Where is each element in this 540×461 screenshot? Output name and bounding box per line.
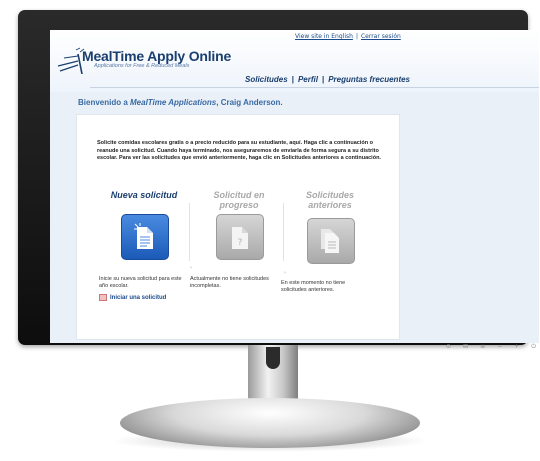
in-progress-description: Actualmente no tiene solicitudes incompl… xyxy=(190,276,269,289)
settings-icon[interactable]: ≡ xyxy=(480,344,485,350)
power-icon[interactable]: ⏻ xyxy=(531,344,536,350)
chevron-right-icon: › xyxy=(284,270,286,276)
new-application-button[interactable] xyxy=(121,214,169,260)
applications-card: Solicite comidas escolares gratis o a pr… xyxy=(76,114,400,340)
in-progress-title: Solicitud en progreso xyxy=(213,190,265,210)
nav-separator: | xyxy=(321,75,325,84)
cable-hole xyxy=(266,347,280,369)
nav-perfil[interactable]: Perfil xyxy=(298,75,318,84)
document-question-icon: ? xyxy=(232,227,248,249)
welcome-app-name: MealTime Applications xyxy=(130,98,217,107)
minus-icon[interactable]: − xyxy=(497,344,502,350)
english-link[interactable]: View site in English xyxy=(295,33,353,40)
in-progress-button[interactable]: ? xyxy=(216,214,264,260)
nav-divider xyxy=(90,87,539,88)
nav-preguntas[interactable]: Preguntas frecuentes xyxy=(328,75,410,84)
welcome-suffix: , Craig Anderson. xyxy=(216,98,283,107)
new-application-column: Nueva solicitud Inicie su nueva solicitu… xyxy=(99,190,189,301)
nav-separator: | xyxy=(291,75,294,84)
new-application-description: Inicie su nueva solicitud para este año … xyxy=(99,276,182,289)
chevron-right-icon: › xyxy=(190,265,192,271)
link-separator: | xyxy=(355,33,358,40)
logo-title: MealTime Apply Online xyxy=(82,48,232,64)
welcome-prefix: Bienvenido a xyxy=(78,98,131,107)
in-progress-column: Solicitud en progreso ? Actualmente no t… xyxy=(190,190,284,289)
start-application-link[interactable]: Iniciar una solicitud xyxy=(99,294,166,301)
previous-applications-column: Solicitudes anteriores En este momento n… xyxy=(281,190,375,293)
logo-subtitle: Applications for Free & Reduced Meals xyxy=(94,63,190,69)
logout-link[interactable]: Cerrar sesión xyxy=(361,33,401,40)
stacked-documents-icon xyxy=(321,229,339,253)
monitor-stand-base xyxy=(120,398,420,448)
column-divider xyxy=(283,203,284,261)
new-application-title: Nueva solicitud xyxy=(110,190,178,200)
previous-applications-title: Solicitudes anteriores xyxy=(305,190,354,210)
top-links: View site in English | Cerrar sesión xyxy=(295,33,401,40)
previous-applications-description: En este momento no tiene solicitudes ant… xyxy=(281,280,346,293)
column-divider xyxy=(189,203,190,261)
browser-screen: View site in English | Cerrar sesión MealT… xyxy=(50,30,539,343)
start-application-label: Iniciar una solicitud xyxy=(110,294,167,301)
plus-icon[interactable]: + xyxy=(514,344,519,350)
svg-text:?: ? xyxy=(238,238,243,248)
nav-solicitudes[interactable]: Solicitudes xyxy=(245,75,288,84)
monitor-buttons: ⊙ ⊟ ≡ − + ⏻ xyxy=(446,342,536,352)
start-application-icon xyxy=(99,294,107,301)
input-icon[interactable]: ⊙ xyxy=(446,344,451,350)
monitor-frame: View site in English | Cerrar sesión MealT… xyxy=(18,10,539,350)
new-document-icon xyxy=(134,223,153,249)
menu-icon[interactable]: ⊟ xyxy=(463,344,468,350)
main-nav: Solicitudes | Perfil | Preguntas frecuen… xyxy=(245,75,410,84)
welcome-message: Bienvenido a MealTime Applications, Crai… xyxy=(78,98,283,107)
page-header: View site in English | Cerrar sesión MealT… xyxy=(50,30,539,92)
previous-applications-button[interactable] xyxy=(307,218,355,264)
intro-text: Solicite comidas escolares gratis o a pr… xyxy=(97,140,381,162)
